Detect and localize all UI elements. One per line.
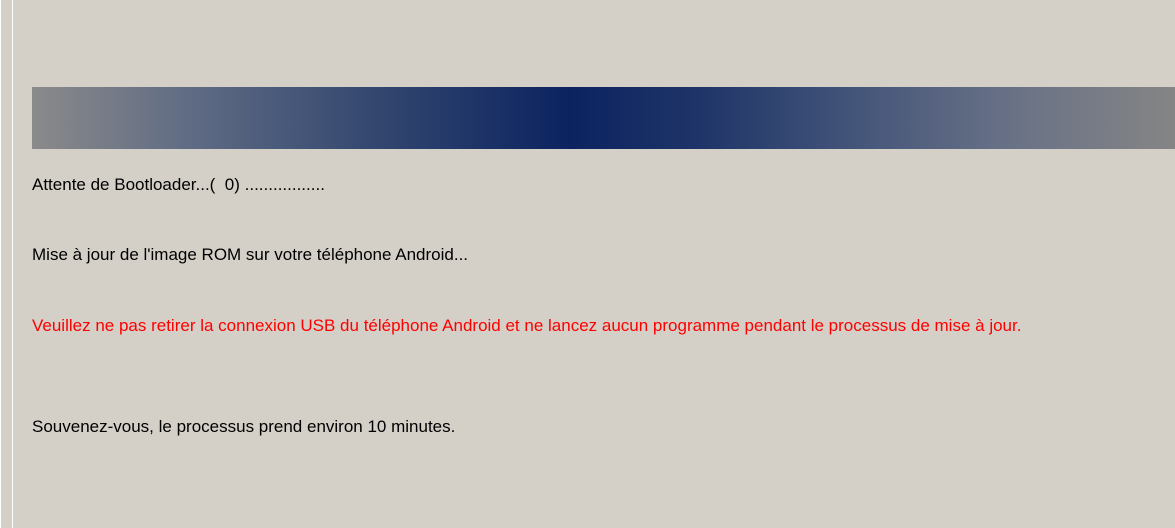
bootloader-status-text: Attente de Bootloader...( 0) ...........…: [32, 175, 325, 194]
rom-update-window: Attente de Bootloader...( 0) ...........…: [0, 0, 1175, 528]
duration-reminder: Souvenez-vous, le processus prend enviro…: [32, 417, 456, 436]
usb-warning-message: Veuillez ne pas retirer la connexion USB…: [32, 316, 1022, 335]
rom-update-message: Mise à jour de l'image ROM sur votre tél…: [32, 245, 469, 264]
progress-bar: [32, 87, 1175, 149]
